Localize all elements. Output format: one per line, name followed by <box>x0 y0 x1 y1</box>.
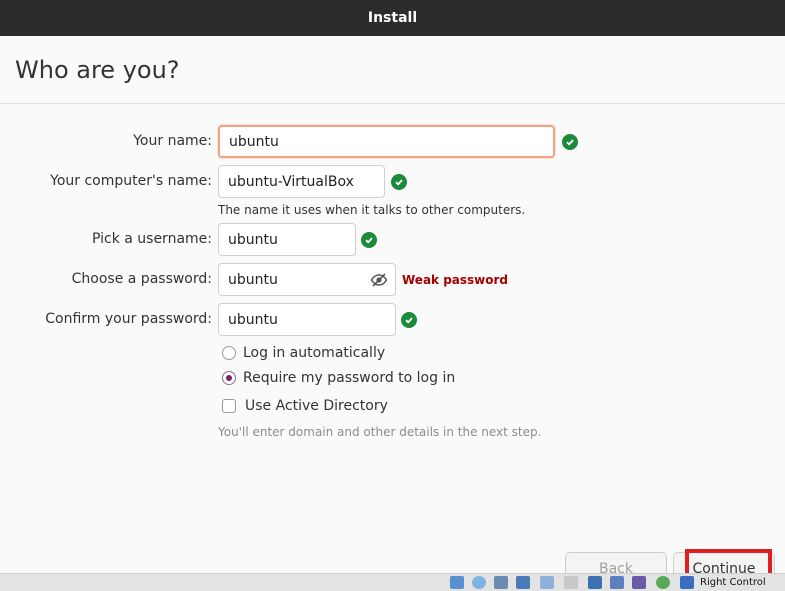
require-password-radio[interactable]: Require my password to log in <box>222 370 455 386</box>
confirm-password-valid-icon <box>401 312 417 328</box>
auto-login-radio[interactable]: Log in automatically <box>222 345 385 361</box>
video-capture-icon[interactable] <box>610 576 624 589</box>
name-label: Your name: <box>133 133 212 149</box>
auto-login-label: Log in automatically <box>243 345 386 361</box>
audio-icon[interactable] <box>494 576 508 589</box>
window-title: Install <box>367 10 418 26</box>
active-directory-label: Use Active Directory <box>245 398 388 414</box>
optical-drive-icon[interactable] <box>472 576 486 589</box>
computer-name-input[interactable] <box>218 165 385 198</box>
hide-password-icon[interactable] <box>370 271 388 289</box>
name-valid-icon <box>562 134 578 150</box>
hard-disk-icon[interactable] <box>450 576 464 589</box>
require-password-radio-indicator[interactable] <box>222 371 236 385</box>
username-input[interactable] <box>218 223 356 256</box>
shared-folders-icon[interactable] <box>564 576 578 589</box>
page-header: Who are you? <box>0 36 785 104</box>
computer-name-hint: The name it uses when it talks to other … <box>218 203 526 217</box>
vm-status-bar: Right Control <box>0 573 785 591</box>
host-key-label: Right Control <box>700 577 766 588</box>
active-directory-checkbox[interactable]: Use Active Directory <box>222 398 388 414</box>
display-icon[interactable] <box>588 576 602 589</box>
auto-login-radio-indicator[interactable] <box>222 346 236 360</box>
mouse-integration-icon[interactable] <box>680 576 694 589</box>
page-title: Who are you? <box>15 56 180 84</box>
password-label: Choose a password: <box>71 271 212 287</box>
active-directory-checkbox-indicator[interactable] <box>222 399 236 413</box>
confirm-password-label: Confirm your password: <box>45 311 212 327</box>
network-icon[interactable] <box>516 576 530 589</box>
password-strength: Weak password <box>402 273 509 287</box>
computer-name-valid-icon <box>391 174 407 190</box>
virtualization-icon[interactable] <box>632 576 646 589</box>
username-valid-icon <box>361 232 377 248</box>
username-label: Pick a username: <box>91 231 212 247</box>
active-directory-hint: You'll enter domain and other details in… <box>218 425 542 439</box>
name-input[interactable] <box>218 125 555 158</box>
guest-additions-icon[interactable] <box>656 576 670 589</box>
usb-icon[interactable] <box>540 576 554 589</box>
computer-name-label: Your computer's name: <box>50 173 212 189</box>
confirm-password-input[interactable] <box>218 303 396 336</box>
require-password-label: Require my password to log in <box>243 370 456 386</box>
window-titlebar: Install <box>0 0 785 36</box>
